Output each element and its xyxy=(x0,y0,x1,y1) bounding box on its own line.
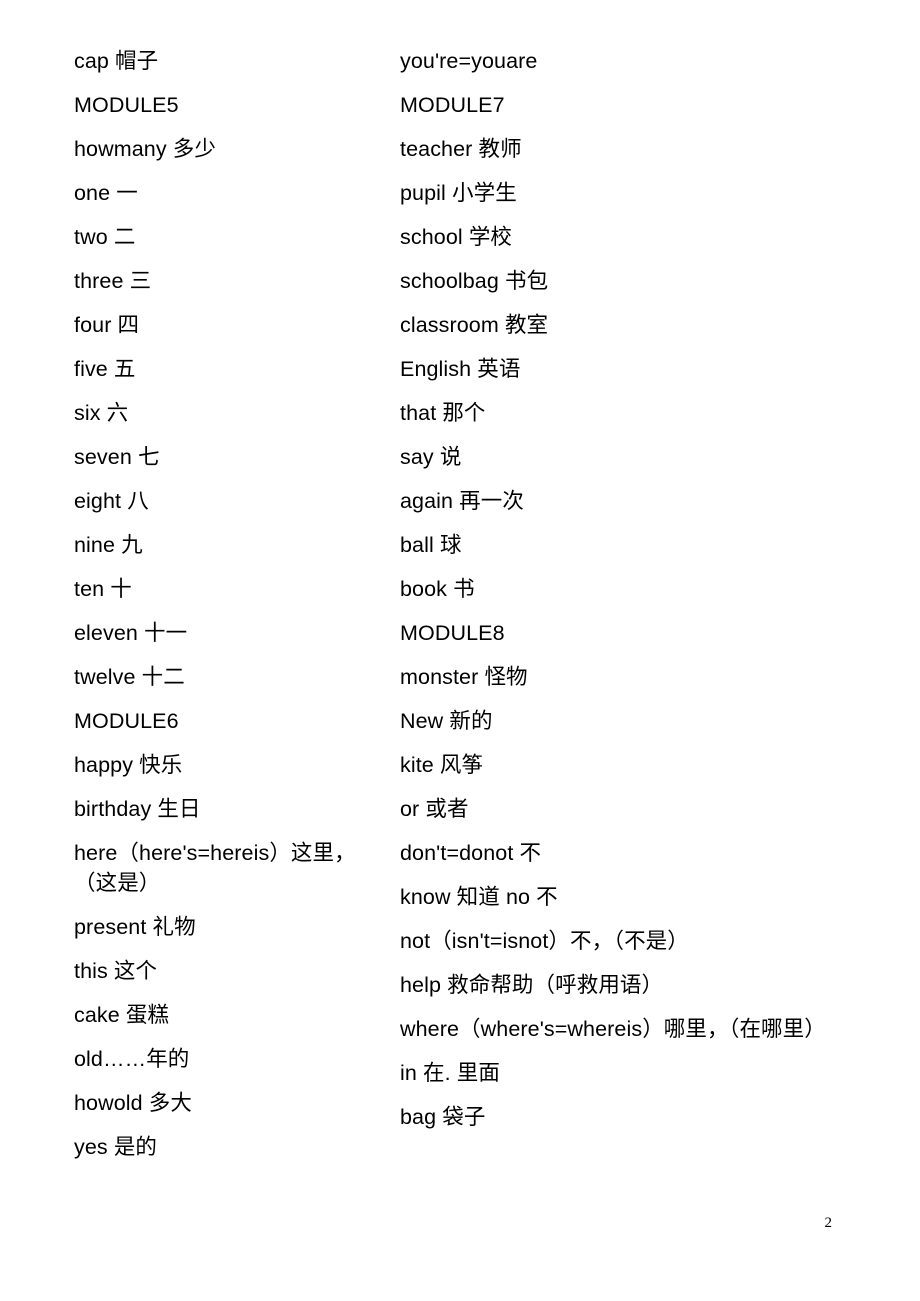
vocabulary-entry: cap 帽子 xyxy=(74,49,159,73)
vocabulary-entry: know 知道 no 不 xyxy=(400,885,558,909)
vocabulary-entry: one 一 xyxy=(74,181,138,205)
vocabulary-entry: help 救命帮助（呼救用语） xyxy=(400,973,664,997)
vocabulary-entry: teacher 教师 xyxy=(400,137,522,161)
vocabulary-entry: English 英语 xyxy=(400,357,521,381)
vocabulary-entry: MODULE8 xyxy=(400,621,505,645)
vocabulary-entry: not（isn't=isnot）不，（不是） xyxy=(400,929,689,953)
vocabulary-entry: MODULE6 xyxy=(74,709,179,733)
vocabulary-entry: classroom 教室 xyxy=(400,313,549,337)
page-number: 2 xyxy=(824,1215,833,1231)
vocabulary-entry: four 四 xyxy=(74,313,140,337)
vocabulary-entry: eleven 十一 xyxy=(74,621,188,645)
vocabulary-entry: nine 九 xyxy=(74,533,143,557)
vocabulary-entry: seven 七 xyxy=(74,445,160,469)
vocabulary-entry: ten 十 xyxy=(74,577,132,601)
vocabulary-entry: again 再一次 xyxy=(400,489,524,513)
vocabulary-entry: school 学校 xyxy=(400,225,513,249)
vocabulary-entry: don't=donot 不 xyxy=(400,841,542,865)
document-page: cap 帽子 MODULE5 howmany 多少 one 一 two 二 th… xyxy=(0,0,920,1301)
right-column: you're=youare MODULE7 teacher 教师 pupil 小… xyxy=(383,46,920,1132)
vocabulary-entry: cake 蛋糕 xyxy=(74,1003,170,1027)
vocabulary-entry: five 五 xyxy=(74,357,136,381)
vocabulary-entry: say 说 xyxy=(400,445,462,469)
vocabulary-entry: happy 快乐 xyxy=(74,753,183,777)
vocabulary-entry: old……年的 xyxy=(74,1047,190,1071)
vocabulary-entry: howmany 多少 xyxy=(74,137,216,161)
vocabulary-entry: twelve 十二 xyxy=(74,665,185,689)
vocabulary-entry: here（here's=hereis）这里，（这是） xyxy=(74,841,356,895)
vocabulary-entry: three 三 xyxy=(74,269,152,293)
vocabulary-entry: pupil 小学生 xyxy=(400,181,517,205)
vocabulary-entry: howold 多大 xyxy=(74,1091,193,1115)
vocabulary-entry: schoolbag 书包 xyxy=(400,269,549,293)
vocabulary-entry: MODULE7 xyxy=(400,93,505,117)
left-column: cap 帽子 MODULE5 howmany 多少 one 一 two 二 th… xyxy=(0,46,383,1162)
vocabulary-entry: monster 怪物 xyxy=(400,665,528,689)
vocabulary-entry: book 书 xyxy=(400,577,475,601)
vocabulary-entry: kite 风筝 xyxy=(400,753,484,777)
vocabulary-entry: eight 八 xyxy=(74,489,149,513)
vocabulary-entry: bag 袋子 xyxy=(400,1105,486,1129)
vocabulary-entry: you're=youare xyxy=(400,49,538,73)
vocabulary-entry: MODULE5 xyxy=(74,93,179,117)
vocabulary-entry: where（where's=whereis）哪里，（在哪里） xyxy=(400,1017,826,1041)
vocabulary-columns: cap 帽子 MODULE5 howmany 多少 one 一 two 二 th… xyxy=(0,46,920,1162)
vocabulary-entry: in 在. 里面 xyxy=(400,1061,500,1085)
vocabulary-entry: or 或者 xyxy=(400,797,469,821)
vocabulary-entry: yes 是的 xyxy=(74,1135,158,1159)
vocabulary-entry: this 这个 xyxy=(74,959,158,983)
vocabulary-entry: two 二 xyxy=(74,225,136,249)
vocabulary-entry: six 六 xyxy=(74,401,129,425)
vocabulary-entry: that 那个 xyxy=(400,401,486,425)
vocabulary-entry: present 礼物 xyxy=(74,915,196,939)
vocabulary-entry: birthday 生日 xyxy=(74,797,201,821)
vocabulary-entry: New 新的 xyxy=(400,709,493,733)
vocabulary-entry: ball 球 xyxy=(400,533,462,557)
